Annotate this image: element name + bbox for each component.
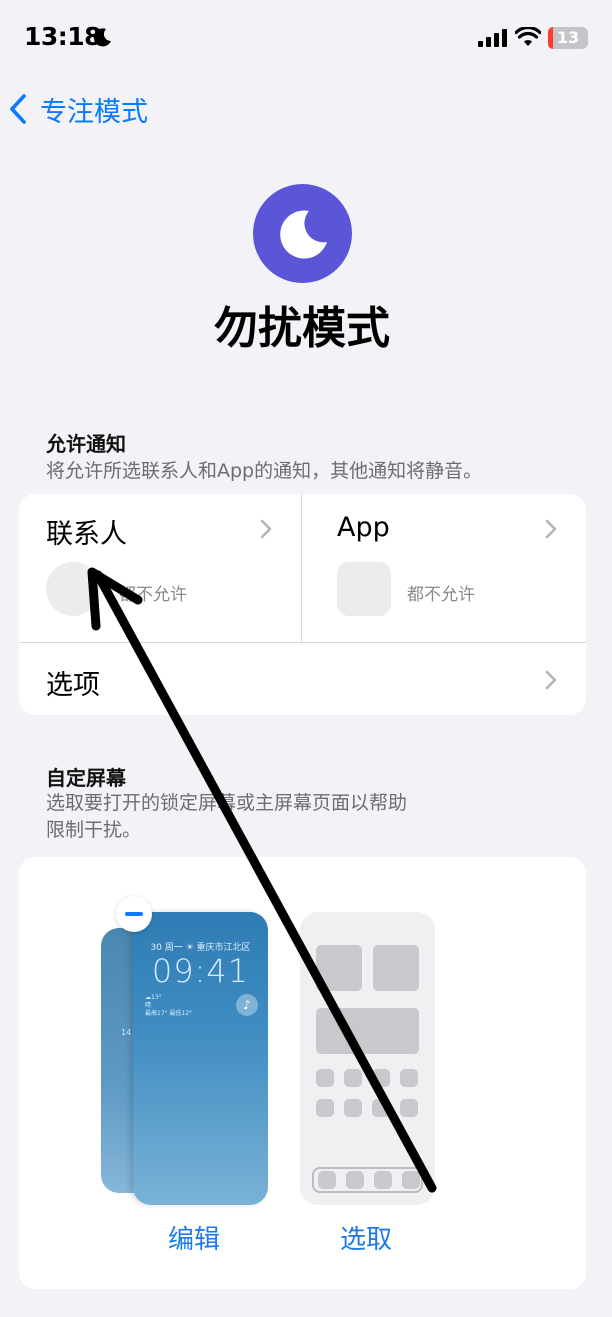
back-button[interactable]: 专注模式 — [6, 86, 148, 132]
options-row[interactable]: 选项 — [19, 642, 586, 715]
apps-label: App — [337, 512, 390, 543]
section-title-allow-notifications: 允许通知 — [46, 432, 126, 456]
lock-back-date: 14 — [121, 1028, 132, 1037]
edit-button[interactable]: 编辑 — [168, 1219, 220, 1256]
choose-button[interactable]: 选取 — [340, 1219, 392, 1256]
apps-status: 都不允许 — [407, 585, 475, 605]
options-label: 选项 — [46, 670, 100, 701]
battery-icon: 13 — [548, 27, 588, 49]
back-label: 专注模式 — [40, 96, 148, 128]
status-time: 13:18 — [24, 22, 102, 51]
section-title-custom-screens: 自定屏幕 — [46, 766, 126, 790]
dock — [312, 1167, 423, 1193]
contacts-status: 都不允许 — [119, 585, 187, 605]
chevron-right-icon — [260, 519, 272, 539]
battery-level: 13 — [556, 28, 580, 47]
allow-notifications-card: 联系人 都不允许 App 都不允许 选项 — [19, 494, 586, 715]
lock-screen-preview[interactable]: 30 周一 ☀ 重庆市江北区 09:41 ☁13° 晴最高17° 最低12° ♪ — [133, 912, 268, 1205]
chevron-right-icon — [545, 519, 557, 539]
contacts-cell[interactable]: 联系人 都不允许 — [19, 494, 302, 642]
lock-time: 09:41 — [151, 952, 250, 990]
page-title: 勿扰模式 — [214, 303, 390, 354]
section-description-line2: 限制干扰。 — [46, 819, 142, 841]
section-description-line1: 选取要打开的锁定屏幕或主屏幕页面以帮助 — [46, 792, 408, 814]
chevron-left-icon — [10, 94, 26, 124]
app-icon-placeholder — [337, 562, 391, 616]
status-bar: 13:18 13 — [0, 0, 612, 80]
section-description-allow-notifications: 将允许所选联系人和App的通知，其他通知将静音。 — [46, 460, 483, 482]
home-screen-preview[interactable] — [300, 912, 435, 1205]
signal-icon — [478, 29, 507, 47]
chevron-right-icon — [545, 670, 557, 690]
moon-icon — [93, 28, 111, 47]
moon-icon — [280, 210, 327, 259]
apps-cell[interactable]: App 都不允许 — [302, 494, 586, 642]
music-note-icon: ♪ — [236, 994, 258, 1016]
lock-weather-widget: ☁13° 晴最高17° 最低12° — [145, 994, 193, 1017]
contacts-label: 联系人 — [46, 519, 127, 550]
do-not-disturb-icon — [253, 184, 352, 283]
remove-badge-icon[interactable] — [116, 896, 152, 932]
custom-screens-card: 14 30 周一 ☀ 重庆市江北区 09:41 ☁13° 晴最高17° 最低12°… — [19, 857, 586, 1289]
contact-avatar-placeholder — [46, 562, 100, 616]
wifi-icon — [515, 27, 541, 46]
